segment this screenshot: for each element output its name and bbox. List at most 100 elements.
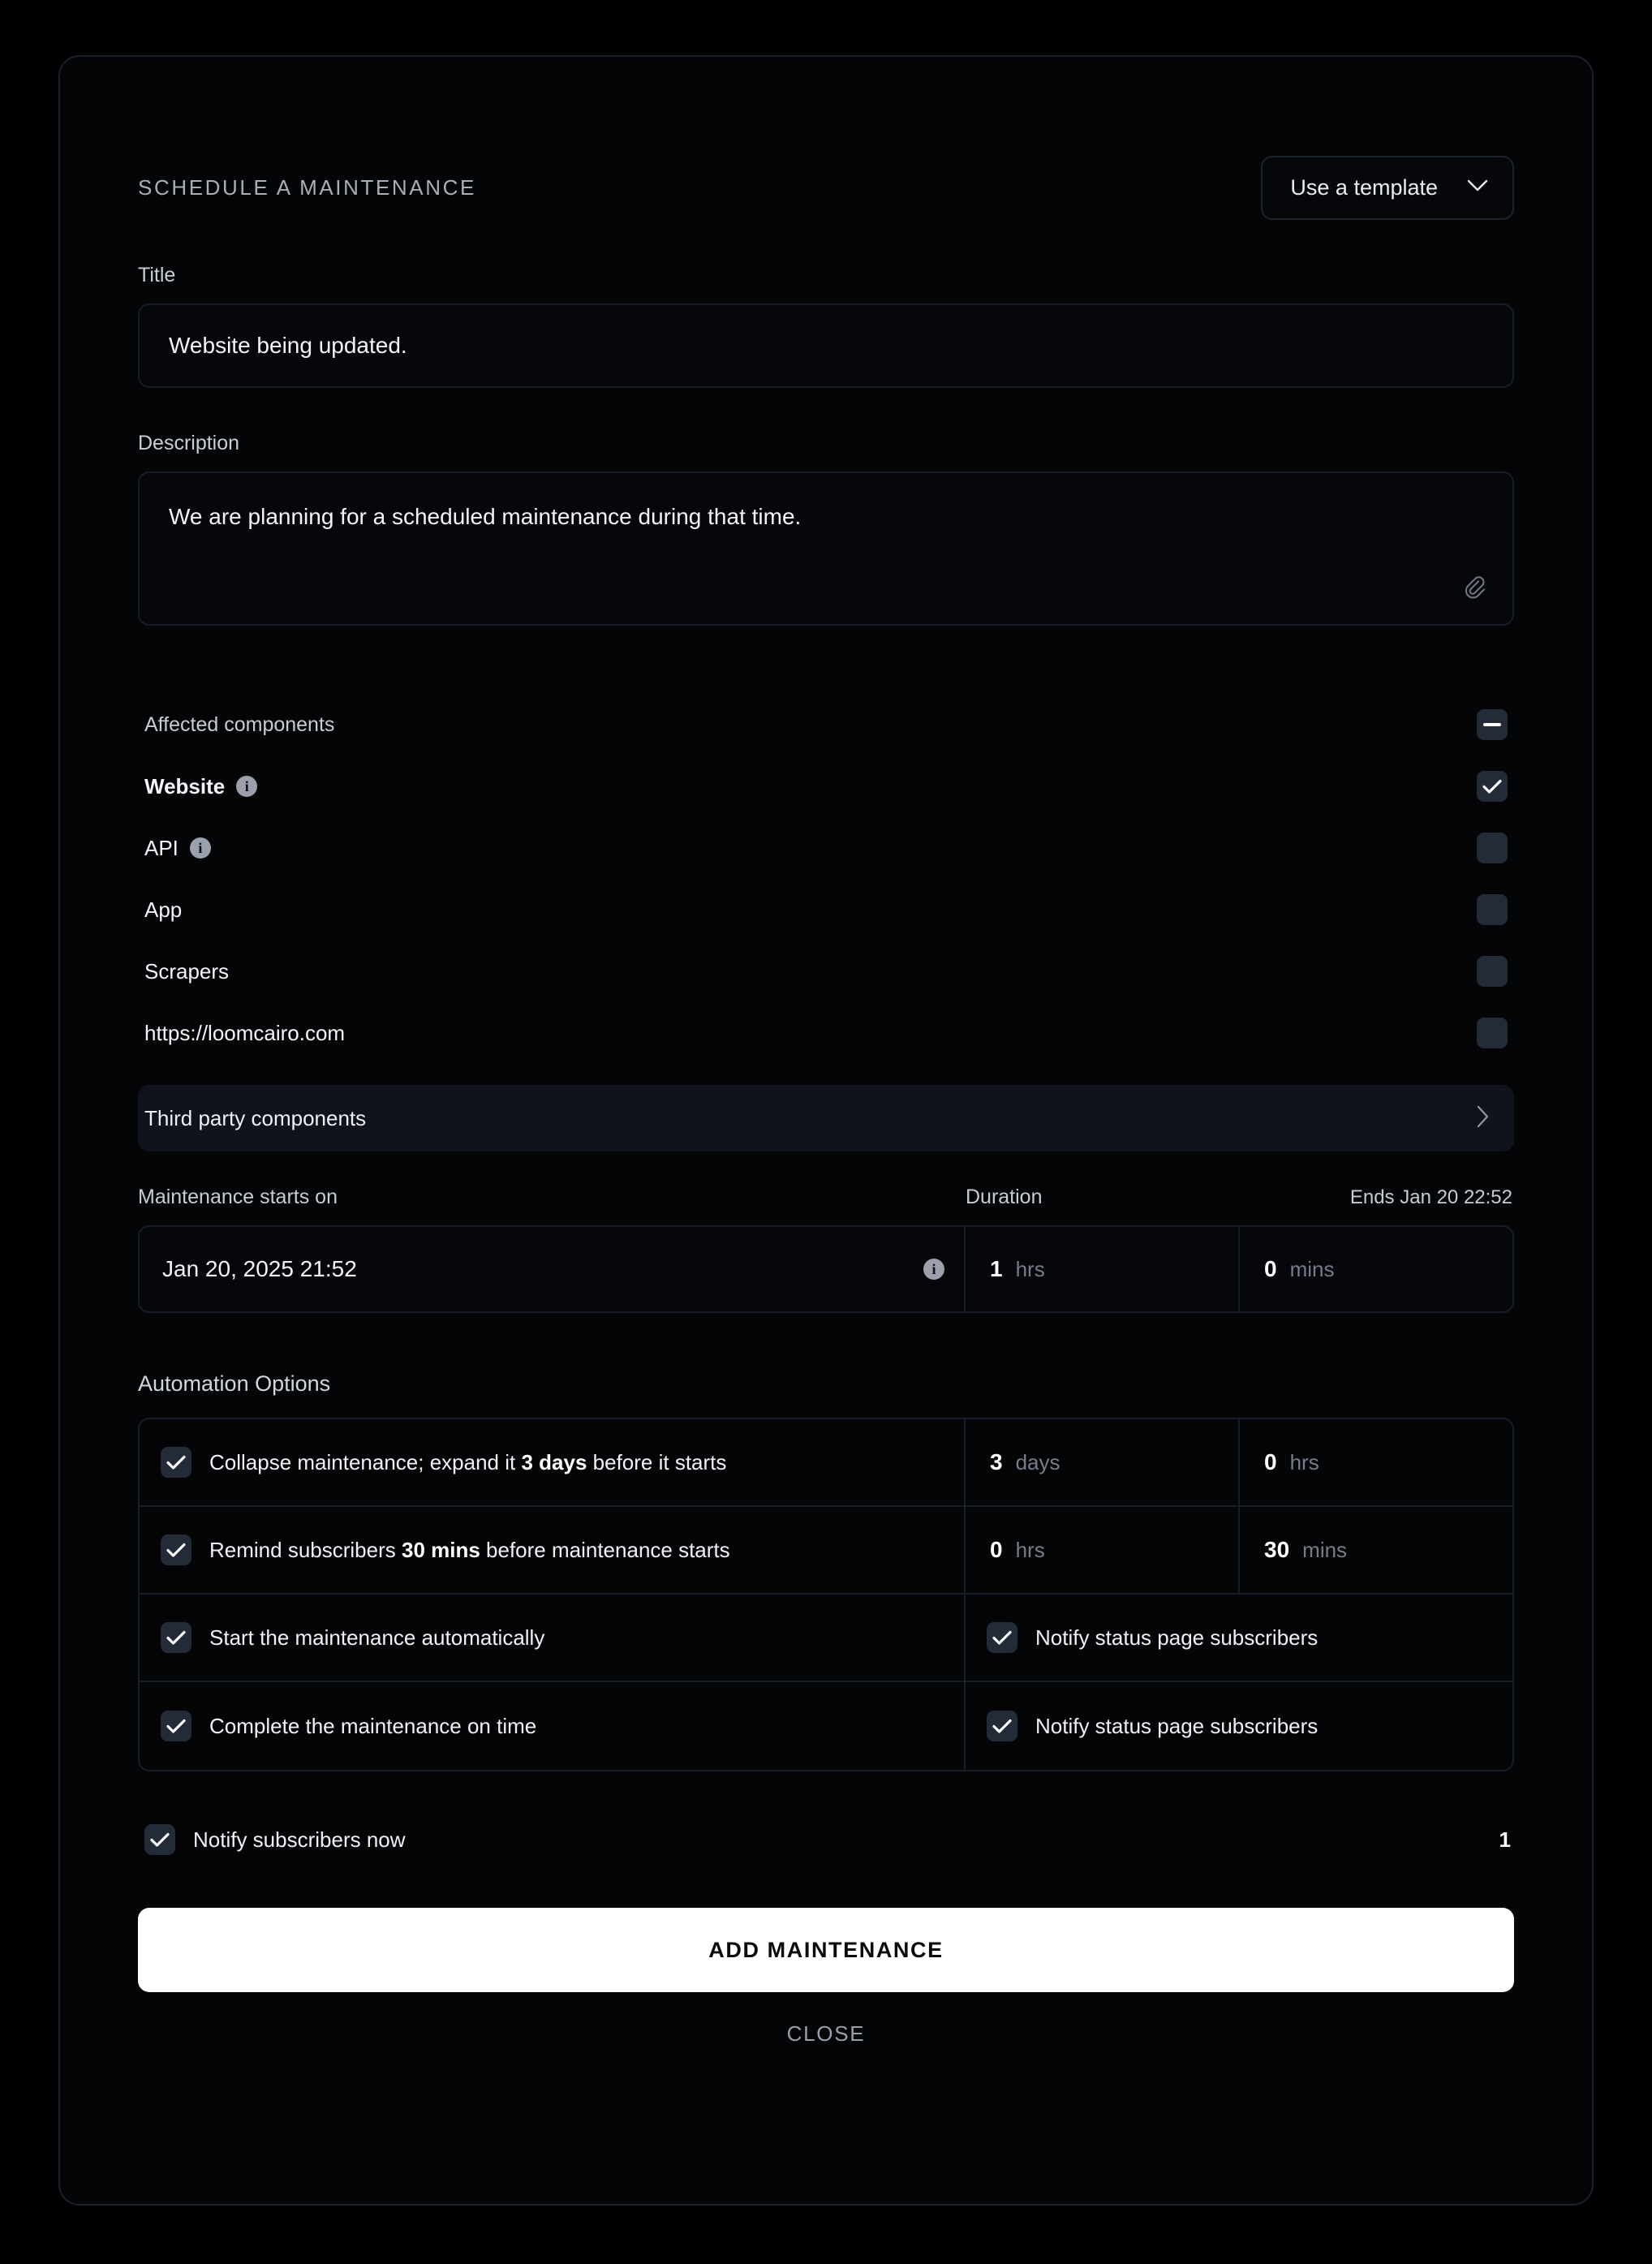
component-row-app: App: [138, 879, 1514, 940]
automation-checkbox-remind[interactable]: [161, 1534, 191, 1565]
description-label: Description: [138, 432, 1514, 455]
notify-subscribers-now-checkbox[interactable]: [144, 1824, 175, 1855]
automation-label-start-auto: Start the maintenance automatically: [209, 1625, 544, 1651]
automation-row-complete: Complete the maintenance on time Notify …: [140, 1682, 1512, 1770]
notify-subscribers-now-left: Notify subscribers now: [144, 1824, 406, 1855]
automation-label-complete-notify: Notify status page subscribers: [1035, 1714, 1318, 1739]
duration-minutes-unit: mins: [1290, 1257, 1335, 1282]
automation-start-notify-cell: Notify status page subscribers: [966, 1595, 1512, 1681]
duration-minutes-value: 0: [1264, 1256, 1277, 1282]
close-label: CLOSE: [787, 2021, 866, 2046]
use-template-label: Use a template: [1290, 175, 1438, 200]
third-party-components-label: Third party components: [144, 1106, 366, 1131]
start-datetime-value: Jan 20, 2025 21:52: [162, 1256, 357, 1282]
app-root: SCHEDULE A MAINTENANCE Use a template Ti…: [0, 0, 1652, 2264]
automation-row-start-auto-main: Start the maintenance automatically: [140, 1595, 966, 1681]
maintenance-starts-on-label: Maintenance starts on: [138, 1186, 966, 1209]
info-icon[interactable]: i: [923, 1259, 944, 1280]
automation-options-section: Automation Options Collapse maintenance;…: [138, 1371, 1514, 1771]
component-name-app: App: [144, 897, 182, 923]
third-party-components-row[interactable]: Third party components: [138, 1085, 1514, 1151]
page-title: SCHEDULE A MAINTENANCE: [138, 175, 476, 200]
automation-row-remind-main: Remind subscribers 30 mins before mainte…: [140, 1507, 966, 1593]
paperclip-icon[interactable]: [1464, 575, 1491, 606]
description-field-group: Description We are planning for a schedu…: [138, 432, 1514, 626]
automation-label-remind: Remind subscribers 30 mins before mainte…: [209, 1538, 730, 1563]
automation-label-complete: Complete the maintenance on time: [209, 1714, 536, 1739]
automation-complete-notify-cell: Notify status page subscribers: [966, 1682, 1512, 1770]
description-input[interactable]: We are planning for a scheduled maintena…: [138, 471, 1514, 626]
description-input-value: We are planning for a scheduled maintena…: [169, 504, 801, 529]
automation-row-start-auto: Start the maintenance automatically Noti…: [140, 1595, 1512, 1682]
component-checkbox-loomcairo[interactable]: [1477, 1018, 1508, 1048]
chevron-right-icon: [1477, 1105, 1490, 1132]
component-name-website: Website i: [144, 774, 257, 799]
schedule-maintenance-modal: SCHEDULE A MAINTENANCE Use a template Ti…: [58, 55, 1594, 2206]
automation-remind-hrs-unit: hrs: [1016, 1538, 1045, 1563]
modal-header: SCHEDULE A MAINTENANCE Use a template: [138, 57, 1514, 220]
component-label: Website: [144, 774, 225, 799]
ends-at-label: Ends Jan 20 22:52: [1350, 1186, 1514, 1209]
automation-collapse-days-input[interactable]: 3 days: [966, 1419, 1240, 1505]
component-checkbox-scrapers[interactable]: [1477, 956, 1508, 987]
component-name-scrapers: Scrapers: [144, 959, 229, 984]
automation-checkbox-collapse[interactable]: [161, 1447, 191, 1478]
use-template-dropdown[interactable]: Use a template: [1261, 156, 1514, 220]
automation-options-title: Automation Options: [138, 1371, 1514, 1397]
close-button[interactable]: CLOSE: [138, 2021, 1514, 2047]
automation-collapse-hrs-input[interactable]: 0 hrs: [1240, 1419, 1512, 1505]
notify-subscribers-now-row: Notify subscribers now 1: [138, 1817, 1514, 1862]
component-checkbox-app[interactable]: [1477, 894, 1508, 925]
info-icon[interactable]: i: [236, 776, 257, 797]
automation-row-collapse-main: Collapse maintenance; expand it 3 days b…: [140, 1419, 966, 1505]
start-datetime-input[interactable]: Jan 20, 2025 21:52 i: [140, 1227, 966, 1311]
duration-hours-unit: hrs: [1016, 1257, 1045, 1282]
automation-checkbox-start-notify[interactable]: [987, 1622, 1017, 1653]
automation-checkbox-complete[interactable]: [161, 1711, 191, 1741]
automation-collapse-hrs-value: 0: [1264, 1449, 1277, 1475]
automation-checkbox-complete-notify[interactable]: [987, 1711, 1017, 1741]
automation-remind-mins-input[interactable]: 30 mins: [1240, 1507, 1512, 1593]
duration-label: Duration: [966, 1186, 1350, 1209]
schedule-headers: Maintenance starts on Duration Ends Jan …: [138, 1186, 1514, 1209]
automation-label-start-notify: Notify status page subscribers: [1035, 1625, 1318, 1651]
add-maintenance-button[interactable]: ADD MAINTENANCE: [138, 1908, 1514, 1992]
chevron-down-icon: [1467, 179, 1488, 196]
automation-remind-hrs-input[interactable]: 0 hrs: [966, 1507, 1240, 1593]
automation-remind-hrs-value: 0: [990, 1537, 1003, 1563]
add-maintenance-label: ADD MAINTENANCE: [708, 1938, 944, 1963]
title-input-value: Website being updated.: [169, 333, 407, 359]
schedule-fields: Jan 20, 2025 21:52 i 1 hrs 0 mins: [138, 1225, 1514, 1313]
automation-collapse-days-unit: days: [1016, 1450, 1060, 1475]
component-row-scrapers: Scrapers: [138, 940, 1514, 1002]
automation-checkbox-start-auto[interactable]: [161, 1622, 191, 1653]
component-label: API: [144, 836, 179, 861]
title-field-group: Title Website being updated.: [138, 264, 1514, 388]
duration-minutes-input[interactable]: 0 mins: [1240, 1227, 1512, 1311]
component-checkbox-api[interactable]: [1477, 833, 1508, 863]
component-row-api: API i: [138, 817, 1514, 879]
component-name-loomcairo: https://loomcairo.com: [144, 1021, 345, 1046]
title-input[interactable]: Website being updated.: [138, 303, 1514, 388]
component-name-api: API i: [144, 836, 211, 861]
schedule-section: Maintenance starts on Duration Ends Jan …: [138, 1186, 1514, 1313]
component-row-website: Website i: [138, 755, 1514, 817]
affected-components-section: Affected components Website i API i: [138, 694, 1514, 1151]
automation-remind-mins-value: 30: [1264, 1537, 1289, 1563]
affected-components-select-all-checkbox[interactable]: [1477, 709, 1508, 740]
automation-options-table: Collapse maintenance; expand it 3 days b…: [138, 1418, 1514, 1771]
duration-hours-value: 1: [990, 1256, 1003, 1282]
title-label: Title: [138, 264, 1514, 287]
automation-label-collapse: Collapse maintenance; expand it 3 days b…: [209, 1450, 726, 1475]
subscriber-count: 1: [1499, 1827, 1511, 1853]
component-checkbox-website[interactable]: [1477, 771, 1508, 802]
component-row-loomcairo: https://loomcairo.com: [138, 1002, 1514, 1064]
duration-hours-input[interactable]: 1 hrs: [966, 1227, 1240, 1311]
automation-collapse-days-value: 3: [990, 1449, 1003, 1475]
automation-row-collapse: Collapse maintenance; expand it 3 days b…: [140, 1419, 1512, 1507]
automation-row-complete-main: Complete the maintenance on time: [140, 1682, 966, 1770]
affected-components-label: Affected components: [144, 713, 334, 737]
automation-row-remind: Remind subscribers 30 mins before mainte…: [140, 1507, 1512, 1595]
notify-subscribers-now-label: Notify subscribers now: [193, 1827, 406, 1853]
info-icon[interactable]: i: [190, 837, 211, 859]
